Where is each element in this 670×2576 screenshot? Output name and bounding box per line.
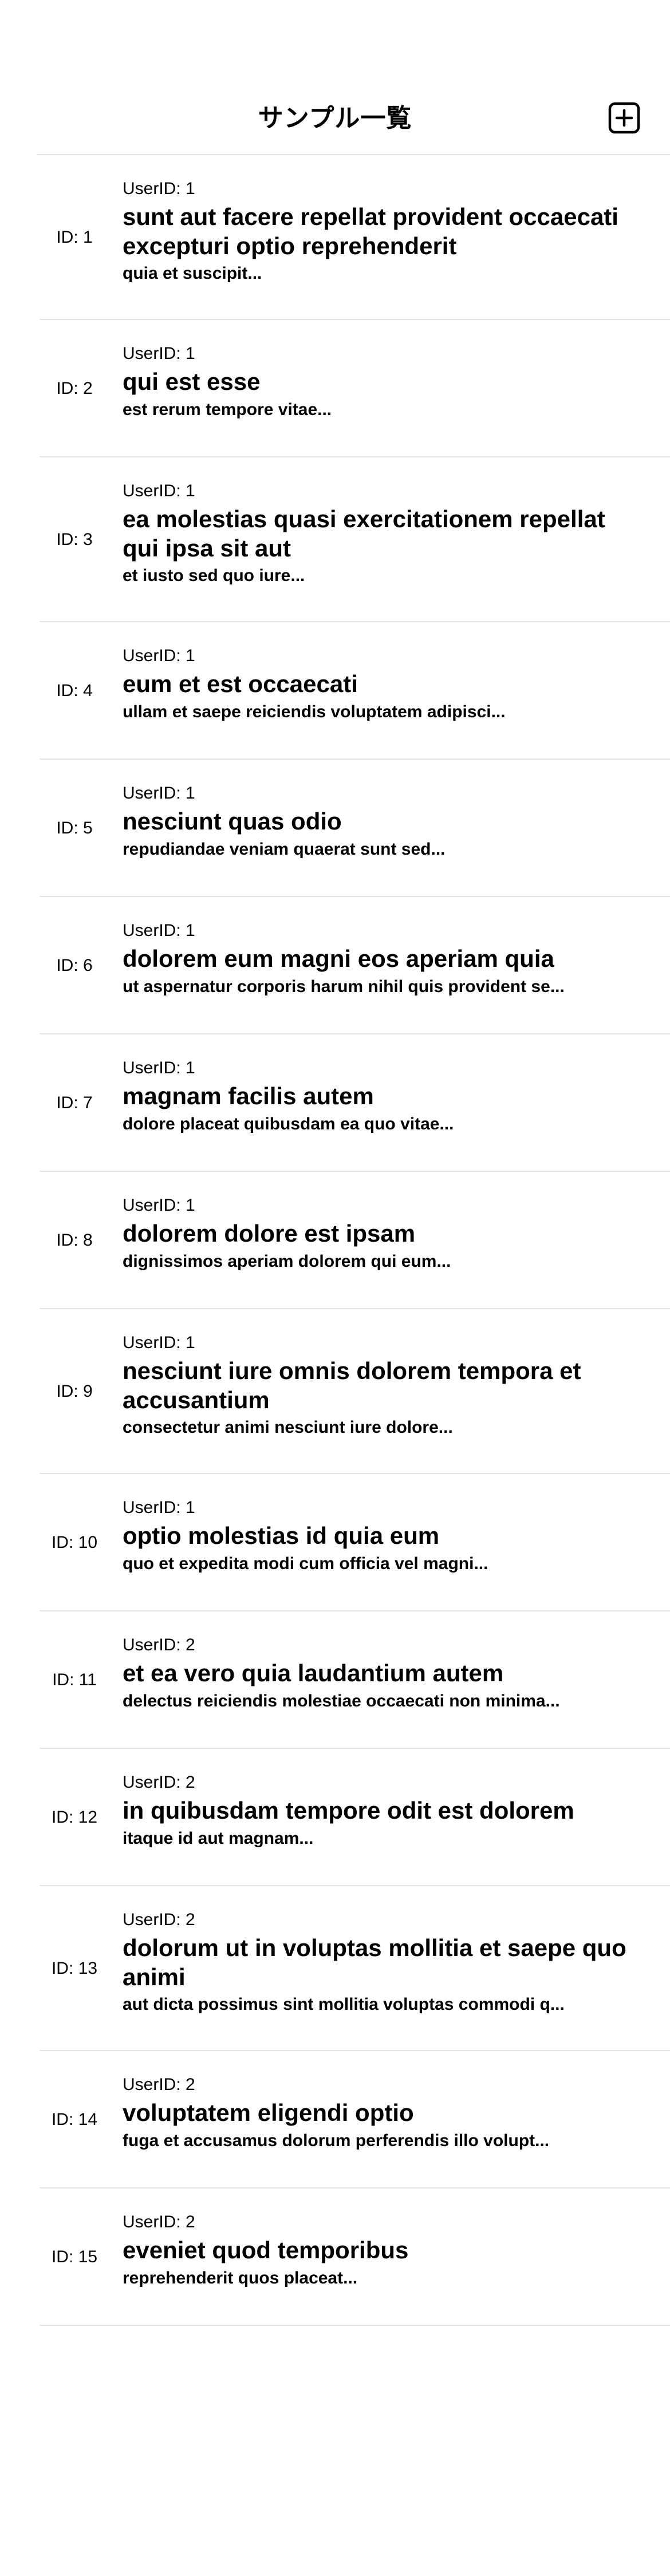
post-title: magnam facilis autem (123, 1082, 374, 1109)
post-title: dolorum ut in voluptas mollitia et saepe… (123, 1934, 626, 1990)
post-title: qui est esse (123, 368, 261, 395)
post-title: ea molestias quasi exercitationem repell… (123, 505, 605, 562)
post-id-label: ID: 1 (56, 228, 93, 247)
post-content: UserID: 2 et ea vero quia laudantium aute… (123, 1611, 641, 1749)
post-id-label: ID: 14 (51, 2110, 98, 2129)
navigation-bar: サンプル一覧 (37, 89, 670, 155)
post-title: voluptatem eligendi optio (123, 2099, 414, 2126)
post-content: UserID: 2 dolorum ut in voluptas mollitia… (123, 1886, 641, 2051)
post-content: UserID: 1 ea molestias quasi exercitation… (123, 457, 641, 622)
plus-square-icon (608, 102, 640, 134)
post-body-preview: delectus reiciendis molestiae occaecati … (123, 1692, 560, 1710)
post-body-preview: et iusto sed quo iure... (123, 566, 305, 585)
post-title: eum et est occaecati (123, 670, 358, 697)
post-body-preview: ullam et saepe reiciendis voluptatem adi… (123, 702, 506, 721)
list-item[interactable]: ID: 4 UserID: 1 eum et est occaecati ullam … (40, 622, 670, 760)
add-post-button[interactable] (608, 102, 640, 134)
post-body-preview: ut aspernatur corporis harum nihil quis … (123, 977, 565, 996)
post-id-label: ID: 6 (56, 956, 93, 975)
app-screen: サンプル一覧 ID: 1 UserID: 1 sunt aut facere rep… (0, 0, 670, 2576)
post-content: UserID: 2 in quibusdam tempore odit est d… (123, 1749, 641, 1886)
post-user-id: UserID: 1 (123, 1196, 195, 1215)
post-user-id: UserID: 2 (123, 1635, 195, 1654)
post-title: eveniet quod temporibus (123, 2237, 409, 2263)
post-id-label: ID: 10 (51, 1533, 98, 1552)
list-item[interactable]: ID: 12 UserID: 2 in quibusdam tempore odit… (40, 1749, 670, 1886)
post-id-label: ID: 2 (56, 379, 93, 398)
post-body-preview: consectetur animi nesciunt iure dolore..… (123, 1418, 453, 1437)
post-id-label: ID: 9 (56, 1382, 93, 1401)
post-title: optio molestias id quia eum (123, 1522, 440, 1549)
post-user-id: UserID: 1 (123, 344, 195, 363)
post-title: sunt aut facere repellat provident occae… (123, 203, 618, 259)
post-user-id: UserID: 2 (123, 2212, 195, 2231)
list-item[interactable]: ID: 6 UserID: 1 dolorem eum magni eos aper… (40, 897, 670, 1034)
list-item[interactable]: ID: 7 UserID: 1 magnam facilis autem dolore… (40, 1034, 670, 1172)
post-user-id: UserID: 1 (123, 1498, 195, 1517)
post-body-preview: itaque id aut magnam... (123, 1829, 314, 1848)
post-id-label: ID: 13 (51, 1959, 98, 1978)
post-title: nesciunt quas odio (123, 808, 342, 835)
list-item[interactable]: ID: 10 UserID: 1 optio molestias id quia e… (40, 1474, 670, 1611)
post-content: UserID: 1 dolorem eum magni eos aperiam q… (123, 897, 641, 1034)
post-body-preview: quia et suscipit... (123, 264, 262, 283)
post-body-preview: dignissimos aperiam dolorem qui eum... (123, 1252, 451, 1271)
post-title: et ea vero quia laudantium autem (123, 1660, 504, 1686)
post-title: dolorem eum magni eos aperiam quia (123, 945, 554, 972)
list-item[interactable]: ID: 1 UserID: 1 sunt aut facere repellat p… (40, 155, 670, 320)
list-item[interactable]: ID: 14 UserID: 2 voluptatem eligendi optio… (40, 2051, 670, 2188)
post-id-label: ID: 15 (51, 2247, 98, 2266)
post-body-preview: repudiandae veniam quaerat sunt sed... (123, 840, 446, 859)
post-id-label: ID: 11 (52, 1670, 97, 1689)
list-item[interactable]: ID: 8 UserID: 1 dolorem dolore est ipsam di… (40, 1172, 670, 1309)
post-body-preview: quo et expedita modi cum officia vel mag… (123, 1554, 488, 1573)
post-title: dolorem dolore est ipsam (123, 1220, 416, 1247)
post-content: UserID: 2 eveniet quod temporibus reprehen… (123, 2188, 641, 2326)
list-item[interactable]: ID: 3 UserID: 1 ea molestias quasi exercit… (40, 457, 670, 622)
post-body-preview: est rerum tempore vitae... (123, 400, 332, 419)
list-item[interactable]: ID: 15 UserID: 2 eveniet quod temporibus re… (40, 2188, 670, 2326)
post-id-label: ID: 7 (56, 1093, 93, 1112)
post-content: UserID: 2 voluptatem eligendi optio fuga e… (123, 2051, 641, 2188)
post-user-id: UserID: 2 (123, 2075, 195, 2094)
post-content: UserID: 1 magnam facilis autem dolore plac… (123, 1034, 641, 1172)
post-user-id: UserID: 1 (123, 921, 195, 940)
post-user-id: UserID: 1 (123, 481, 195, 500)
post-body-preview: reprehenderit quos placeat... (123, 2269, 358, 2287)
post-content: UserID: 1 dolorem dolore est ipsam digniss… (123, 1172, 641, 1309)
post-id-label: ID: 3 (56, 530, 93, 549)
list-item[interactable]: ID: 2 UserID: 1 qui est esse est rerum temp… (40, 320, 670, 457)
post-content: UserID: 1 sunt aut facere repellat provid… (123, 155, 641, 320)
post-title: in quibusdam tempore odit est dolorem (123, 1797, 574, 1824)
post-id-label: ID: 8 (56, 1231, 93, 1250)
page-title: サンプル一覧 (258, 104, 412, 133)
post-title: nesciunt iure omnis dolorem tempora et a… (123, 1357, 581, 1413)
post-user-id: UserID: 1 (123, 1058, 195, 1077)
post-body-preview: aut dicta possimus sint mollitia volupta… (123, 1995, 565, 2014)
post-content: UserID: 1 eum et est occaecati ullam et sa… (123, 622, 641, 760)
post-id-label: ID: 5 (56, 819, 93, 837)
post-user-id: UserID: 1 (123, 1333, 195, 1352)
post-id-label: ID: 12 (51, 1808, 98, 1827)
list-item[interactable]: ID: 5 UserID: 1 nesciunt quas odio repudian… (40, 760, 670, 897)
list-item[interactable]: ID: 13 UserID: 2 dolorum ut in voluptas mo… (40, 1886, 670, 2051)
post-user-id: UserID: 2 (123, 1773, 195, 1792)
list-item[interactable]: ID: 9 UserID: 1 nesciunt iure omnis dolore… (40, 1309, 670, 1474)
post-id-label: ID: 4 (56, 681, 93, 700)
post-content: UserID: 1 qui est esse est rerum tempore v… (123, 320, 641, 457)
post-content: UserID: 1 optio molestias id quia eum quo … (123, 1474, 641, 1611)
post-list: ID: 1 UserID: 1 sunt aut facere repellat p… (40, 155, 670, 2326)
post-content: UserID: 1 nesciunt quas odio repudiandae v… (123, 760, 641, 897)
post-body-preview: dolore placeat quibusdam ea quo vitae... (123, 1115, 454, 1133)
post-user-id: UserID: 1 (123, 784, 195, 803)
post-body-preview: fuga et accusamus dolorum perferendis il… (123, 2131, 550, 2150)
post-content: UserID: 1 nesciunt iure omnis dolorem tem… (123, 1309, 641, 1474)
post-user-id: UserID: 1 (123, 646, 195, 665)
post-user-id: UserID: 1 (123, 179, 195, 198)
post-user-id: UserID: 2 (123, 1910, 195, 1929)
list-item[interactable]: ID: 11 UserID: 2 et ea vero quia laudantiu… (40, 1611, 670, 1749)
